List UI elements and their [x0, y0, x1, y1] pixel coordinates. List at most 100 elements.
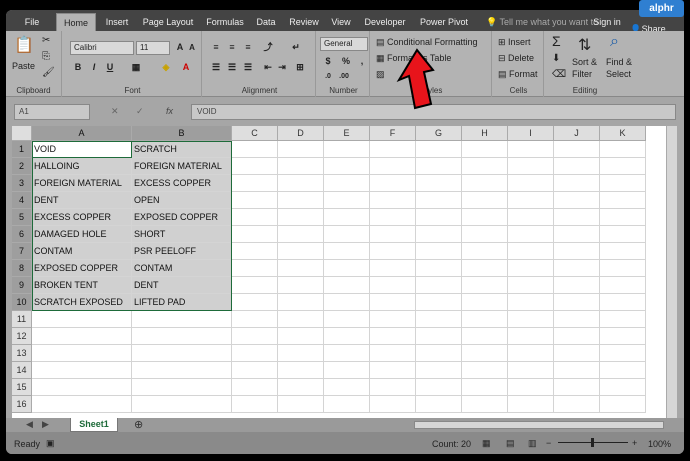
tab-developer[interactable]: Developer [360, 13, 410, 31]
cell-d3[interactable] [278, 175, 324, 192]
cell-e8[interactable] [324, 260, 370, 277]
cell-c13[interactable] [232, 345, 278, 362]
cell-d15[interactable] [278, 379, 324, 396]
cell-a7[interactable]: CONTAM [32, 243, 132, 260]
cell-f10[interactable] [370, 294, 416, 311]
cell-g1[interactable] [416, 141, 462, 158]
cell-d9[interactable] [278, 277, 324, 294]
cell-e11[interactable] [324, 311, 370, 328]
cell-f4[interactable] [370, 192, 416, 209]
cell-g5[interactable] [416, 209, 462, 226]
cell-i12[interactable] [508, 328, 554, 345]
cell-h14[interactable] [462, 362, 508, 379]
row-header-12[interactable]: 12 [12, 328, 32, 345]
cell-b8[interactable]: CONTAM [132, 260, 232, 277]
cell-d13[interactable] [278, 345, 324, 362]
cell-i16[interactable] [508, 396, 554, 413]
cell-g6[interactable] [416, 226, 462, 243]
cell-k5[interactable] [600, 209, 646, 226]
row-header-11[interactable]: 11 [12, 311, 32, 328]
cell-a14[interactable] [32, 362, 132, 379]
cell-k12[interactable] [600, 328, 646, 345]
add-sheet-icon[interactable]: ⊕ [134, 418, 143, 431]
cell-c10[interactable] [232, 294, 278, 311]
cell-g3[interactable] [416, 175, 462, 192]
format-button[interactable]: ▤ Format [498, 69, 538, 80]
font-size-select[interactable]: 11 [136, 41, 170, 55]
row-header-15[interactable]: 15 [12, 379, 32, 396]
merge-center-icon[interactable]: ⊞ [294, 61, 306, 73]
cell-e1[interactable] [324, 141, 370, 158]
cell-h15[interactable] [462, 379, 508, 396]
cell-k11[interactable] [600, 311, 646, 328]
tell-me-search[interactable]: 💡 Tell me what you want to [486, 13, 598, 31]
row-header-16[interactable]: 16 [12, 396, 32, 413]
column-header-k[interactable]: K [600, 126, 646, 141]
row-header-6[interactable]: 6 [12, 226, 32, 243]
zoom-slider-thumb[interactable] [591, 438, 594, 447]
cell-g8[interactable] [416, 260, 462, 277]
cell-k14[interactable] [600, 362, 646, 379]
cell-c7[interactable] [232, 243, 278, 260]
cell-b9[interactable]: DENT [132, 277, 232, 294]
increase-decimal-icon[interactable]: .0 [322, 71, 334, 83]
cell-b7[interactable]: PSR PEELOFF [132, 243, 232, 260]
cell-b12[interactable] [132, 328, 232, 345]
cell-a6[interactable]: DAMAGED HOLE [32, 226, 132, 243]
cell-a5[interactable]: EXCESS COPPER [32, 209, 132, 226]
sheet-tab-sheet1[interactable]: Sheet1 [70, 418, 118, 432]
cell-g12[interactable] [416, 328, 462, 345]
cell-g14[interactable] [416, 362, 462, 379]
cell-f13[interactable] [370, 345, 416, 362]
wrap-text-icon[interactable]: ↵ [290, 41, 302, 53]
cell-b14[interactable] [132, 362, 232, 379]
tab-insert[interactable]: Insert [98, 13, 136, 31]
column-header-g[interactable]: G [416, 126, 462, 141]
cell-b2[interactable]: FOREIGN MATERIAL [132, 158, 232, 175]
row-header-8[interactable]: 8 [12, 260, 32, 277]
cell-i1[interactable] [508, 141, 554, 158]
cell-k2[interactable] [600, 158, 646, 175]
cell-j9[interactable] [554, 277, 600, 294]
currency-icon[interactable]: $ [322, 55, 334, 67]
cut-icon[interactable]: ✂ [42, 35, 50, 46]
format-painter-icon[interactable]: 🖌 [42, 67, 55, 78]
cell-i2[interactable] [508, 158, 554, 175]
cell-h6[interactable] [462, 226, 508, 243]
cell-b3[interactable]: EXCESS COPPER [132, 175, 232, 192]
tab-review[interactable]: Review [284, 13, 324, 31]
cell-e6[interactable] [324, 226, 370, 243]
column-header-a[interactable]: A [32, 126, 132, 141]
cell-e14[interactable] [324, 362, 370, 379]
cell-j11[interactable] [554, 311, 600, 328]
cell-j3[interactable] [554, 175, 600, 192]
cell-c4[interactable] [232, 192, 278, 209]
cell-f12[interactable] [370, 328, 416, 345]
cell-d8[interactable] [278, 260, 324, 277]
select-label[interactable]: Select [606, 69, 631, 79]
cell-a4[interactable]: DENT [32, 192, 132, 209]
cell-styles-button[interactable]: ▨ [376, 69, 385, 80]
cell-a13[interactable] [32, 345, 132, 362]
cell-j2[interactable] [554, 158, 600, 175]
column-header-i[interactable]: I [508, 126, 554, 141]
cell-j12[interactable] [554, 328, 600, 345]
cell-e13[interactable] [324, 345, 370, 362]
cell-d11[interactable] [278, 311, 324, 328]
comma-icon[interactable]: , [356, 55, 368, 67]
cell-a8[interactable]: EXPOSED COPPER [32, 260, 132, 277]
tab-file[interactable]: File [12, 13, 52, 31]
delete-button[interactable]: ⊟ Delete [498, 53, 534, 64]
cell-c5[interactable] [232, 209, 278, 226]
cell-j4[interactable] [554, 192, 600, 209]
cell-e15[interactable] [324, 379, 370, 396]
cell-d10[interactable] [278, 294, 324, 311]
filter-label[interactable]: Filter [572, 69, 592, 79]
borders-icon[interactable]: ▦ [130, 61, 142, 73]
copy-icon[interactable]: ⎘ [42, 51, 50, 62]
enter-icon[interactable]: ✓ [136, 106, 144, 117]
cell-j6[interactable] [554, 226, 600, 243]
cell-k13[interactable] [600, 345, 646, 362]
cell-f14[interactable] [370, 362, 416, 379]
column-header-e[interactable]: E [324, 126, 370, 141]
